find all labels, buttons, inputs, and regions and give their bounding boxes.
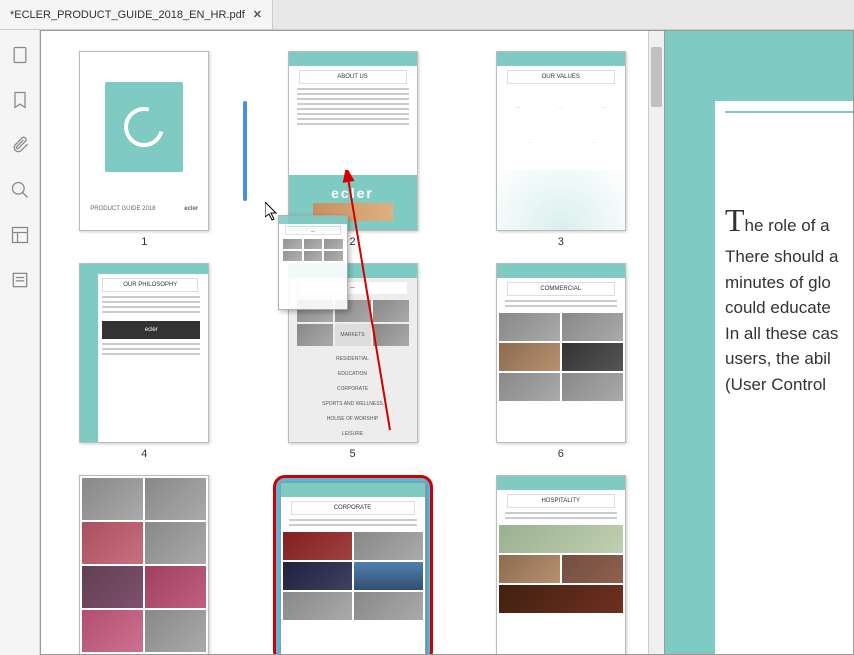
thumbnails-grid: PRODUCT GUIDE 2018 ecler 1 ABOUT US ecle… [41,31,664,655]
thumbnail-9[interactable]: HOSPITALITY 9 [488,475,635,655]
thumbnail-4[interactable]: OUR PHILOSOPHY ecler 4 [71,263,218,460]
thumb-label: 2 [349,236,355,248]
preview-panel[interactable]: The role of a There should a minutes of … [665,30,854,655]
menu-item: SPORTS AND WELLNESS [293,397,413,412]
page-icon[interactable] [10,45,30,65]
drag-ghost-thumbnail: — [278,215,348,310]
menu-item: LEISURE [293,427,413,442]
thumb-label: 5 [349,448,355,460]
thumbnail-8-selected[interactable]: CORPORATE 8 [273,475,433,655]
main-area: PRODUCT GUIDE 2018 ecler 1 ABOUT US ecle… [0,30,854,655]
logo-text: ecler [331,185,374,201]
page-title: OUR PHILOSOPHY [102,278,198,292]
scrollbar[interactable] [648,31,664,654]
preview-line: (User Control [725,372,853,398]
form-icon[interactable] [10,270,30,290]
document-tab[interactable]: *ECLER_PRODUCT_GUIDE_2018_EN_HR.pdf ✕ [0,0,273,29]
cover-brand: ecler [184,206,198,212]
page-title: COMMERCIAL [507,282,615,296]
thumbnail-1[interactable]: PRODUCT GUIDE 2018 ecler 1 [71,51,218,248]
logo-box: ecler [102,321,200,339]
page-title: CORPORATE [291,501,415,515]
thumbnail-7[interactable]: 7 [71,475,218,655]
cover-subtitle: PRODUCT GUIDE 2018 [90,206,155,212]
preview-line: users, the abil [725,346,853,372]
close-icon[interactable]: ✕ [253,8,262,21]
thumbnail-3[interactable]: OUR VALUES ——— —— 3 [488,51,635,248]
menu-item: RESIDENTIAL [293,352,413,367]
scrollbar-thumb[interactable] [651,47,662,107]
thumb-label: 6 [558,448,564,460]
attachment-icon[interactable] [10,135,30,155]
search-icon[interactable] [10,180,30,200]
menu-item: CORPORATE [293,382,413,397]
thumb-label: 4 [141,448,147,460]
thumbnail-6[interactable]: COMMERCIAL 6 [488,263,635,460]
left-toolbar [0,30,40,655]
thumbnail-panel: PRODUCT GUIDE 2018 ecler 1 ABOUT US ecle… [40,30,665,655]
menu-item: EDUCATION [293,367,413,382]
preview-line: minutes of glo [725,270,853,296]
bookmark-icon[interactable] [10,90,30,110]
menu-item: HOUSE OF WORSHIP [293,412,413,427]
page-title: ABOUT US [299,70,407,84]
preview-line: In all these cas [725,321,853,347]
thumb-label: 3 [558,236,564,248]
preview-line: There should a [725,244,853,270]
tab-filename: *ECLER_PRODUCT_GUIDE_2018_EN_HR.pdf [10,9,245,21]
preview-line: could educate [725,295,853,321]
tab-bar: *ECLER_PRODUCT_GUIDE_2018_EN_HR.pdf ✕ [0,0,854,30]
page-title: OUR VALUES [507,70,615,84]
layout-icon[interactable] [10,225,30,245]
thumb-label: 1 [141,236,147,248]
page-title: HOSPITALITY [507,494,615,508]
preview-text: The role of a There should a minutes of … [725,196,853,397]
